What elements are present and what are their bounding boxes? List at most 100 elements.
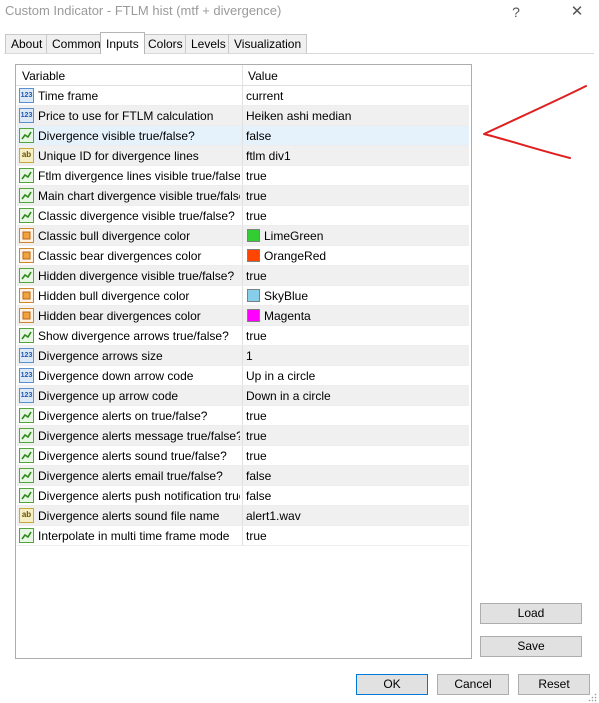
table-row[interactable]: 123 Divergence down arrow code Up in a cir…: [17, 366, 469, 386]
cell-divider: [242, 386, 243, 406]
title-bar: Custom Indicator - FTLM hist (mtf + dive…: [0, 0, 599, 24]
table-row[interactable]: Divergence alerts message true/false? tru…: [17, 426, 469, 446]
color-type-icon: [19, 308, 34, 323]
boolean-type-icon: [19, 268, 34, 283]
color-swatch[interactable]: [247, 289, 260, 302]
color-swatch[interactable]: [247, 249, 260, 262]
variable-name: Divergence visible true/false?: [38, 129, 195, 143]
window-title: Custom Indicator - FTLM hist (mtf + dive…: [5, 3, 282, 18]
table-row[interactable]: 123 Divergence up arrow code Down in a cir…: [17, 386, 469, 406]
table-row[interactable]: Classic bull divergence color LimeGreen: [17, 226, 469, 246]
boolean-type-icon: [19, 128, 34, 143]
variable-value[interactable]: ftlm div1: [246, 149, 291, 163]
table-row[interactable]: Main chart divergence visible true/false…: [17, 186, 469, 206]
tab-about[interactable]: About: [5, 34, 49, 53]
table-row[interactable]: Classic divergence visible true/false? tr…: [17, 206, 469, 226]
table-row[interactable]: Divergence visible true/false? false: [17, 126, 469, 146]
tab-colors[interactable]: Colors: [142, 34, 189, 53]
variable-value[interactable]: true: [246, 189, 267, 203]
table-row[interactable]: ab Divergence alerts sound file name alert…: [17, 506, 469, 526]
reset-button[interactable]: Reset: [518, 674, 590, 695]
variable-name: Time frame: [38, 89, 99, 103]
table-row[interactable]: Hidden divergence visible true/false? tru…: [17, 266, 469, 286]
table-row[interactable]: Divergence alerts on true/false? true: [17, 406, 469, 426]
variable-value[interactable]: Down in a circle: [246, 389, 331, 403]
cell-divider: [242, 106, 243, 126]
variable-value[interactable]: true: [246, 209, 267, 223]
variable-value[interactable]: Heiken ashi median: [246, 109, 351, 123]
variable-value[interactable]: false: [246, 469, 271, 483]
variable-name: Main chart divergence visible true/false…: [38, 189, 240, 203]
variable-value[interactable]: Up in a circle: [246, 369, 315, 383]
variable-name: Divergence alerts sound true/false?: [38, 449, 227, 463]
cell-divider: [242, 506, 243, 526]
variable-value[interactable]: alert1.wav: [246, 509, 301, 523]
table-row[interactable]: Hidden bull divergence color SkyBlue: [17, 286, 469, 306]
variable-name: Classic bear divergences color: [38, 249, 202, 263]
table-row[interactable]: 123 Price to use for FTLM calculation Heik…: [17, 106, 469, 126]
help-button[interactable]: ?: [505, 2, 527, 22]
variable-name: Hidden bear divergences color: [38, 309, 201, 323]
resize-grip-icon[interactable]: [588, 693, 597, 702]
column-separator[interactable]: [242, 65, 243, 85]
variable-value[interactable]: current: [246, 89, 283, 103]
table-row[interactable]: Ftlm divergence lines visible true/false…: [17, 166, 469, 186]
tab-inputs[interactable]: Inputs: [100, 32, 145, 54]
variable-name: Classic bull divergence color: [38, 229, 191, 243]
variable-value[interactable]: OrangeRed: [264, 249, 326, 263]
integer-type-icon: 123: [19, 348, 34, 363]
grid-header: Variable Value: [16, 65, 471, 86]
boolean-type-icon: [19, 528, 34, 543]
variable-value[interactable]: true: [246, 329, 267, 343]
color-swatch[interactable]: [247, 309, 260, 322]
ok-button[interactable]: OK: [356, 674, 428, 695]
boolean-type-icon: [19, 428, 34, 443]
cell-divider: [242, 466, 243, 486]
table-row[interactable]: 123 Divergence arrows size 1: [17, 346, 469, 366]
string-type-icon: ab: [19, 508, 34, 523]
variable-value[interactable]: true: [246, 169, 267, 183]
boolean-type-icon: [19, 448, 34, 463]
load-button[interactable]: Load: [480, 603, 582, 624]
string-type-icon: ab: [19, 148, 34, 163]
variable-value[interactable]: true: [246, 529, 267, 543]
table-row[interactable]: ab Unique ID for divergence lines ftlm div…: [17, 146, 469, 166]
tab-common[interactable]: Common: [46, 34, 107, 53]
table-row[interactable]: Show divergence arrows true/false? true: [17, 326, 469, 346]
variable-value[interactable]: LimeGreen: [264, 229, 323, 243]
variable-value[interactable]: 1: [246, 349, 253, 363]
variable-value[interactable]: true: [246, 449, 267, 463]
cell-divider: [242, 526, 243, 546]
table-row[interactable]: Classic bear divergences color OrangeRed: [17, 246, 469, 266]
table-row[interactable]: Divergence alerts email true/false? false: [17, 466, 469, 486]
table-row[interactable]: Hidden bear divergences color Magenta: [17, 306, 469, 326]
tab-levels[interactable]: Levels: [185, 34, 232, 53]
table-row[interactable]: 123 Time frame current: [17, 86, 469, 106]
boolean-type-icon: [19, 188, 34, 203]
boolean-type-icon: [19, 208, 34, 223]
variable-value[interactable]: SkyBlue: [264, 289, 308, 303]
column-header-variable[interactable]: Variable: [22, 69, 65, 83]
boolean-type-icon: [19, 168, 34, 183]
tab-visualization[interactable]: Visualization: [228, 34, 308, 53]
save-button[interactable]: Save: [480, 636, 582, 657]
variable-value[interactable]: true: [246, 429, 267, 443]
table-row[interactable]: Divergence alerts sound true/false? true: [17, 446, 469, 466]
variable-value[interactable]: Magenta: [264, 309, 311, 323]
variable-value[interactable]: false: [246, 129, 271, 143]
inputs-grid[interactable]: Variable Value 123 Time frame current 123 Pr…: [15, 64, 472, 659]
variable-name: Divergence alerts on true/false?: [38, 409, 208, 423]
variable-value[interactable]: true: [246, 409, 267, 423]
table-row[interactable]: Interpolate in multi time frame mode true: [17, 526, 469, 546]
cancel-button[interactable]: Cancel: [437, 674, 509, 695]
variable-value[interactable]: false: [246, 489, 271, 503]
table-row[interactable]: Divergence alerts push notification true…: [17, 486, 469, 506]
integer-type-icon: 123: [19, 108, 34, 123]
boolean-type-icon: [19, 408, 34, 423]
column-header-value[interactable]: Value: [248, 69, 278, 83]
color-swatch[interactable]: [247, 229, 260, 242]
color-type-icon: [19, 248, 34, 263]
close-button[interactable]: ✕: [566, 2, 588, 22]
variable-value[interactable]: true: [246, 269, 267, 283]
variable-name: Classic divergence visible true/false?: [38, 209, 235, 223]
